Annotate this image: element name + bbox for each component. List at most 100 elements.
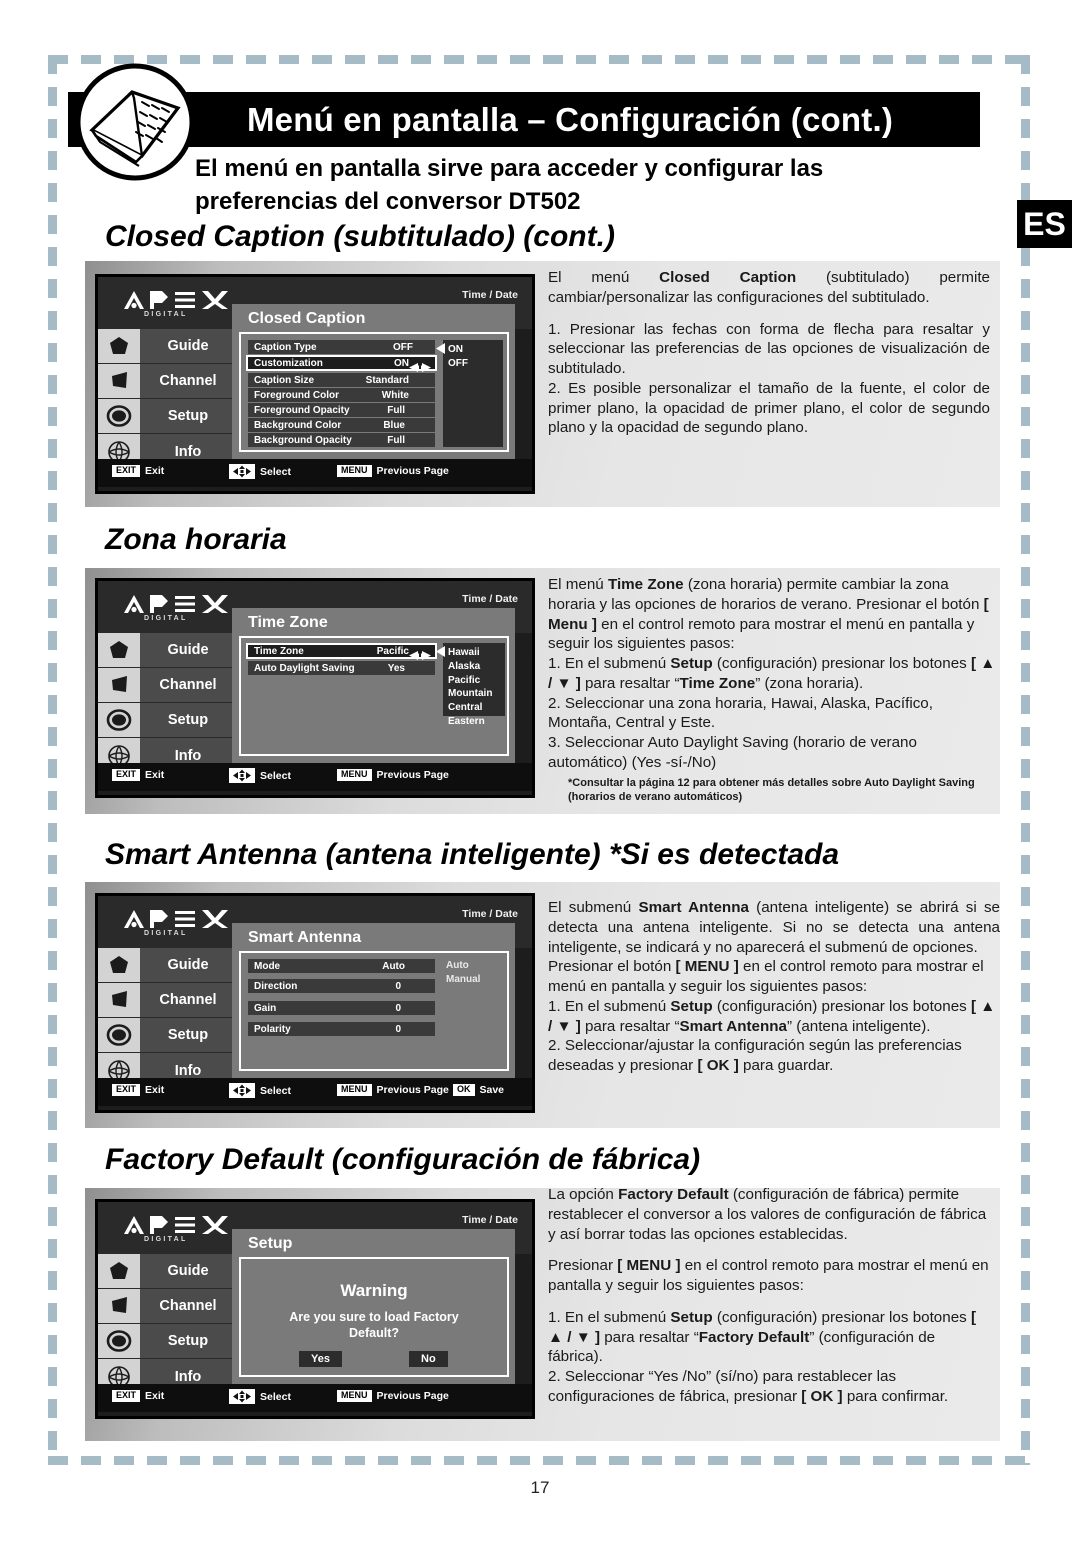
osd-submenu-title: Smart Antenna: [248, 929, 362, 946]
section-text-factory-default: La opción Factory Default (configuración…: [548, 1185, 993, 1407]
apex-logo-sub: DIGITAL: [144, 930, 188, 937]
osd-row[interactable]: Background Opacity Full: [248, 433, 435, 447]
osd-row[interactable]: Direction 0: [248, 979, 435, 993]
osd-footer: EXIT Exit Select MENU Previous Page OK S…: [98, 1078, 532, 1106]
sidebar-item-setup[interactable]: Setup: [98, 1018, 236, 1053]
osd-option-list[interactable]: ON OFF: [443, 340, 503, 447]
osd-row[interactable]: Foreground Color White: [248, 388, 435, 402]
osd-option[interactable]: Eastern: [448, 715, 500, 729]
sidebar-label-info: Info: [174, 747, 202, 764]
section-heading-factory-default: Factory Default (configuración de fábric…: [105, 1143, 701, 1176]
quad-icon: [98, 983, 140, 1017]
menu-label: Previous Page: [376, 1084, 449, 1096]
sidebar-label-setup: Setup: [167, 408, 209, 424]
osd-submenu-title: Closed Caption: [248, 310, 366, 327]
dpad-icon: [229, 1083, 255, 1098]
menu-label: Previous Page: [376, 1390, 449, 1402]
footer-exit[interactable]: EXIT Exit: [112, 1390, 164, 1402]
exit-label: Exit: [145, 769, 165, 781]
sidebar-item-guide[interactable]: Guide: [98, 1254, 236, 1289]
osd-row-key: Caption Type: [254, 341, 317, 353]
footer-select[interactable]: Select: [229, 464, 291, 479]
sidebar-item-guide[interactable]: Guide: [98, 948, 236, 983]
warning-yes-button[interactable]: Yes: [299, 1351, 342, 1367]
dpad-icon: [229, 768, 255, 783]
select-label: Select: [260, 465, 291, 478]
footer-exit[interactable]: EXIT Exit: [112, 769, 164, 781]
osd-row[interactable]: Polarity 0: [248, 1022, 435, 1036]
osd-row[interactable]: Background Color Blue: [248, 418, 435, 432]
osd-screenshot-factory-default: DIGITAL Time / Date Guide Channel Setup …: [95, 1199, 535, 1419]
footer-select[interactable]: Select: [229, 1389, 291, 1404]
osd-option[interactable]: ON: [448, 343, 498, 357]
osd-option[interactable]: Auto: [446, 959, 506, 973]
sidebar-item-channel[interactable]: Channel: [98, 983, 236, 1018]
osd-row[interactable]: Mode Auto: [248, 959, 435, 973]
menu-key: MENU: [337, 1390, 372, 1402]
osd-row[interactable]: Time Zone Pacific: [246, 643, 437, 660]
quad-icon: [98, 1289, 140, 1323]
osd-option[interactable]: Central: [448, 701, 500, 715]
exit-key: EXIT: [112, 769, 141, 781]
sidebar-item-channel[interactable]: Channel: [98, 364, 236, 399]
pentagon-icon: [98, 633, 140, 667]
osd-time-date: Time / Date: [462, 1214, 518, 1226]
osd-row[interactable]: Auto Daylight Saving Yes: [248, 661, 435, 675]
pentagon-icon: [98, 329, 140, 363]
osd-row-key: Gain: [254, 1002, 277, 1014]
border-bottom: [48, 1456, 1030, 1465]
osd-option[interactable]: Manual: [446, 973, 506, 987]
footer-select[interactable]: Select: [229, 768, 291, 783]
osd-row[interactable]: Caption Type OFF: [248, 340, 435, 354]
sidebar-item-setup[interactable]: Setup: [98, 703, 236, 738]
open-book-icon: [70, 62, 200, 182]
section-text-smart-antenna: El submenú Smart Antenna (antena intelig…: [548, 898, 1000, 1076]
paragraph: Presionar el botón [ MENU ] en el contro…: [548, 958, 984, 995]
osd-option[interactable]: Pacific: [448, 674, 500, 688]
footer-select[interactable]: Select: [229, 1083, 291, 1098]
osd-submenu-panel: Smart Antenna Mode Auto Direction 0 Gain…: [232, 923, 515, 1078]
sidebar-item-channel[interactable]: Channel: [98, 668, 236, 703]
footer-menu[interactable]: MENU Previous Page: [337, 1084, 449, 1096]
quad-icon: [98, 364, 140, 398]
osd-option[interactable]: Alaska: [448, 660, 500, 674]
osd-row[interactable]: Gain 0: [248, 1001, 435, 1015]
footer-ok-save[interactable]: OK Save: [453, 1084, 504, 1096]
osd-row[interactable]: Foreground Opacity Full: [248, 403, 435, 417]
osd-option[interactable]: OFF: [448, 357, 498, 371]
osd-option[interactable]: Hawaii: [448, 646, 500, 660]
sidebar-item-guide[interactable]: Guide: [98, 329, 236, 364]
apex-logo: DIGITAL: [120, 906, 230, 940]
footer-menu[interactable]: MENU Previous Page: [337, 1390, 449, 1402]
osd-option[interactable]: Mountain: [448, 687, 500, 701]
osd-option-list[interactable]: Auto Manual: [446, 959, 506, 987]
osd-footer: EXIT Exit Select MENU Previous Page: [98, 1384, 532, 1412]
exit-key: EXIT: [112, 1390, 141, 1402]
footer-menu[interactable]: MENU Previous Page: [337, 769, 449, 781]
warning-no-button[interactable]: No: [409, 1351, 448, 1367]
footer-exit[interactable]: EXIT Exit: [112, 465, 164, 477]
osd-row-value: 0: [395, 980, 401, 992]
sidebar-label-info: Info: [174, 1368, 202, 1385]
footer-menu[interactable]: MENU Previous Page: [337, 465, 449, 477]
sidebar-item-channel[interactable]: Channel: [98, 1289, 236, 1324]
paragraph: 2. Es posible personalizar el tamaño de …: [548, 379, 990, 437]
sidebar-label-guide: Guide: [167, 642, 209, 658]
osd-option-list[interactable]: Hawaii Alaska Pacific Mountain Central E…: [443, 643, 505, 727]
dpad-icon: [229, 464, 255, 479]
osd-row-value: Standard: [365, 374, 409, 386]
sidebar-item-guide[interactable]: Guide: [98, 633, 236, 668]
quad-icon: [98, 668, 140, 702]
sidebar-item-setup[interactable]: Setup: [98, 1324, 236, 1359]
sidebar-label-setup: Setup: [167, 712, 209, 728]
footer-exit[interactable]: EXIT Exit: [112, 1084, 164, 1096]
osd-row-value: 0: [395, 1023, 401, 1035]
osd-row[interactable]: Customization ON: [246, 355, 437, 372]
osd-row-key: Mode: [254, 960, 281, 972]
pentagon-icon: [98, 948, 140, 982]
paragraph: 1. En el submenú Setup (configuración) p…: [548, 997, 996, 1035]
sidebar-item-setup[interactable]: Setup: [98, 399, 236, 434]
osd-submenu-panel: Closed Caption Caption Type OFF Customiz…: [232, 304, 515, 459]
osd-row[interactable]: Caption Size Standard: [248, 373, 435, 387]
osd-time-date: Time / Date: [462, 289, 518, 301]
